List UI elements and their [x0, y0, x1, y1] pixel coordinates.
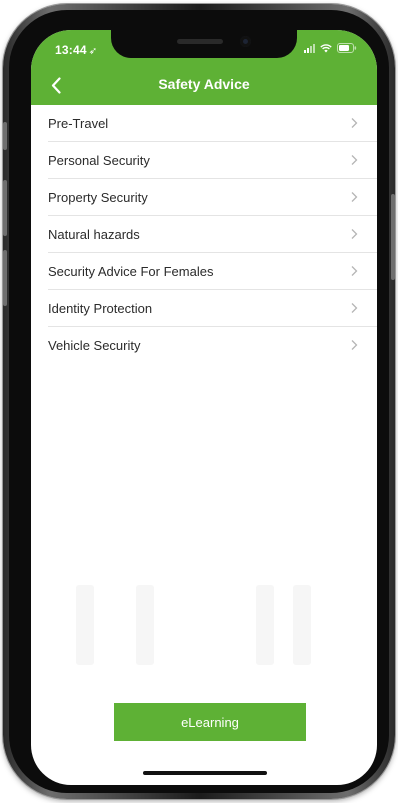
signal-icon [304, 43, 315, 53]
background-artifact [76, 585, 94, 665]
list-item-vehicle-security[interactable]: Vehicle Security [31, 327, 377, 364]
chevron-right-icon [351, 192, 358, 202]
list-item-label: Personal Security [48, 153, 150, 168]
list-item-natural-hazards[interactable]: Natural hazards [31, 216, 377, 253]
list-item-label: Pre-Travel [48, 116, 109, 131]
list-item-label: Security Advice For Females [48, 264, 214, 279]
navigation-bar: Safety Advice [31, 66, 377, 105]
home-indicator [143, 771, 267, 775]
list-item-property-security[interactable]: Property Security [31, 179, 377, 216]
chevron-right-icon [351, 303, 358, 313]
background-artifact [136, 585, 154, 665]
chevron-right-icon [351, 155, 358, 165]
background-artifact [256, 585, 274, 665]
speaker-grille [177, 39, 223, 44]
phone-notch [111, 30, 297, 58]
mute-switch [3, 122, 7, 150]
location-arrow-icon: ➶ [88, 46, 98, 57]
chevron-right-icon [351, 118, 358, 128]
page-title: Safety Advice [158, 76, 250, 92]
chevron-right-icon [351, 266, 358, 276]
status-time-text: 13:44 [55, 43, 87, 57]
list-item-personal-security[interactable]: Personal Security [31, 142, 377, 179]
status-icons [304, 43, 357, 53]
background-artifact [293, 585, 311, 665]
wifi-icon [320, 43, 332, 53]
list-item-label: Natural hazards [48, 227, 140, 242]
list-item-identity-protection[interactable]: Identity Protection [31, 290, 377, 327]
front-camera [240, 36, 251, 47]
status-time: 13:44 ➶ [55, 43, 97, 57]
elearning-button[interactable]: eLearning [114, 703, 306, 741]
chevron-right-icon [351, 229, 358, 239]
list-item-label: Identity Protection [48, 301, 153, 316]
list-item-security-advice-for-females[interactable]: Security Advice For Females [31, 253, 377, 290]
volume-up-button [3, 180, 7, 236]
list-item-label: Property Security [48, 190, 148, 205]
power-button [391, 194, 395, 280]
list-item-pre-travel[interactable]: Pre-Travel [31, 105, 377, 142]
safety-advice-list: Pre-Travel Personal Security Property Se… [31, 105, 377, 364]
chevron-right-icon [351, 340, 358, 350]
volume-down-button [3, 250, 7, 306]
battery-icon [337, 43, 357, 53]
app-screen: 13:44 ➶ Safety Advice Pre-Travel Persona… [31, 30, 377, 785]
list-item-label: Vehicle Security [48, 338, 141, 353]
